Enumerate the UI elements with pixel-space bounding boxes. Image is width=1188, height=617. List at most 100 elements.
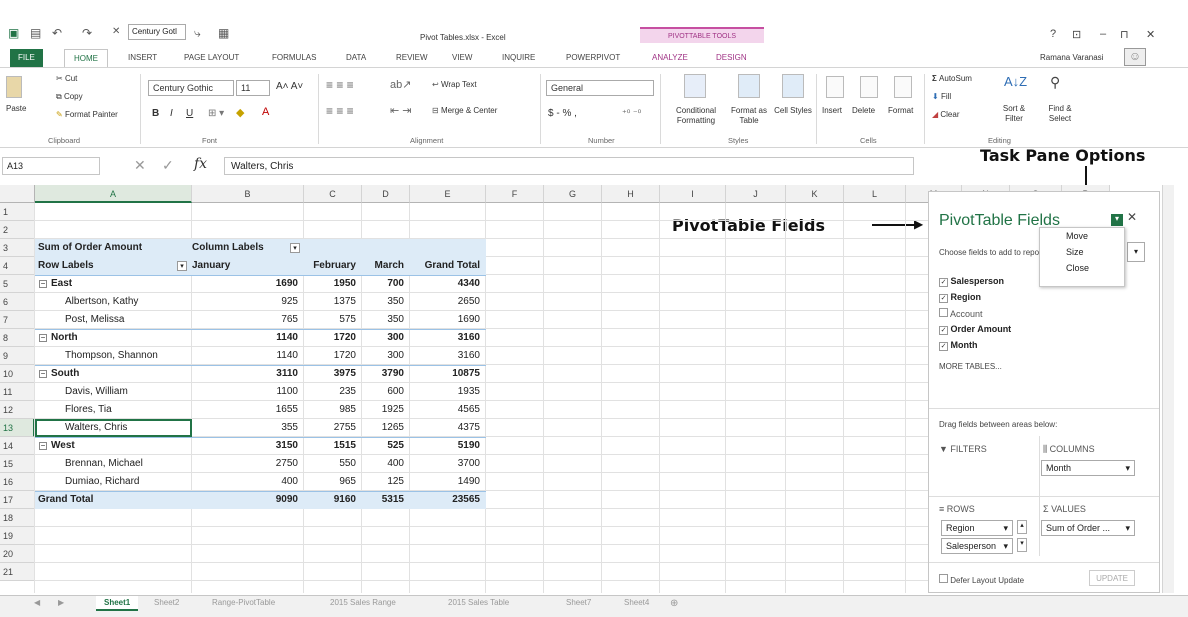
ribbon-display-icon[interactable]: ⊡ [1072,28,1081,41]
row-header[interactable]: 7 [0,311,35,329]
move-up-icon[interactable]: ▴ [1017,520,1027,534]
grand-total-row[interactable]: Grand Total [35,491,192,509]
field-account[interactable]: Account [939,308,983,319]
value-cell[interactable]: 4340 [410,275,486,293]
wrap-text-button[interactable]: ↩ Wrap Text [432,80,477,89]
sheet-tab[interactable]: Sheet2 [154,598,179,607]
column-header[interactable]: C [304,185,362,203]
font-name-select[interactable]: Century Gothic [148,80,234,96]
pivot-group-row[interactable]: South [35,365,192,383]
font-size-select[interactable]: 11 [236,80,270,96]
value-cell[interactable]: 3160 [410,347,486,365]
column-header[interactable]: H [602,185,660,203]
sort-filter-button[interactable]: Sort & Filter [994,104,1034,124]
close-x-icon[interactable]: ✕ [112,26,120,40]
delete-button[interactable]: Delete [852,106,875,115]
value-cell[interactable]: 925 [192,293,304,311]
format-button[interactable]: Format [888,106,913,115]
value-cell[interactable]: 400 [362,455,410,473]
worksheet-grid[interactable]: ABCDEFGHIJKLMNOP 12345678910111213141516… [0,185,1110,593]
checkbox[interactable] [939,308,948,317]
value-cell[interactable]: 1935 [410,383,486,401]
pivot-header-cell[interactable] [304,239,362,257]
tab-inquire[interactable]: INQUIRE [502,49,535,67]
checkbox[interactable]: ✓ [939,342,948,351]
pivot-header-cell[interactable]: January [192,257,304,275]
value-cell[interactable]: 1265 [362,419,410,437]
collapse-icon[interactable]: − [39,334,47,342]
minimize-button[interactable]: – [1100,28,1106,40]
value-cell[interactable]: 1950 [304,275,362,293]
conditional-formatting-button[interactable]: Conditional Formatting [664,106,728,126]
value-cell[interactable]: 2755 [304,419,362,437]
tab-insert[interactable]: INSERT [128,49,157,67]
row-header[interactable]: 20 [0,545,35,563]
select-all-corner[interactable] [0,185,35,203]
autosum-button[interactable]: Σ AutoSum [932,74,972,83]
merge-center-button[interactable]: ⊟ Merge & Center [432,106,497,115]
column-header[interactable]: A [35,185,192,203]
scroll-left-icon[interactable]: ◀ [34,598,40,607]
cell-styles-button[interactable]: Cell Styles [774,106,812,116]
avatar[interactable]: ☺ [1124,48,1146,66]
insert-function-icon[interactable]: fx [194,156,207,172]
pivot-header-cell[interactable]: Grand Total [410,257,486,275]
value-cell[interactable]: 1690 [192,275,304,293]
number-format-select[interactable]: General [546,80,654,96]
value-cell[interactable]: 3150 [192,437,304,455]
row-header[interactable]: 13 [0,419,35,437]
defer-layout-checkbox[interactable]: Defer Layout Update [939,574,1024,585]
checkbox[interactable]: ✓ [939,294,948,303]
borders-icon[interactable]: ⊞ ▾ [208,108,224,119]
paste-icon[interactable] [6,76,22,98]
fill-color-icon[interactable]: ◆ [236,106,244,119]
pivot-header-cell[interactable]: February [304,257,362,275]
value-cell[interactable]: 550 [304,455,362,473]
value-cell[interactable]: 400 [192,473,304,491]
row-header[interactable]: 6 [0,293,35,311]
tab-home[interactable]: HOME [64,49,108,67]
row-header[interactable]: 1 [0,203,35,221]
value-cell[interactable]: 350 [362,293,410,311]
column-header[interactable]: E [410,185,486,203]
user-name[interactable]: Ramana Varanasi [1040,53,1103,62]
pivot-header-cell[interactable]: Sum of Order Amount [35,239,192,257]
vertical-scrollbar[interactable] [1162,185,1174,593]
menu-item-close[interactable]: Close [1040,260,1124,276]
value-cell[interactable]: 300 [362,347,410,365]
pivot-group-row[interactable]: North [35,329,192,347]
format-painter-button[interactable]: ✎ Format Painter [56,110,118,119]
sheet-tab[interactable]: Sheet4 [624,598,649,607]
cut-button[interactable]: ✂ Cut [56,74,77,83]
value-cell[interactable]: 1655 [192,401,304,419]
maximize-button[interactable]: ⊓ [1120,28,1129,41]
value-cell[interactable]: 3700 [410,455,486,473]
grow-font-icon[interactable]: A˄ A˅ [276,81,303,92]
value-cell[interactable]: 235 [304,383,362,401]
field-month[interactable]: ✓ Month [939,340,978,351]
row-header[interactable]: 16 [0,473,35,491]
value-cell[interactable]: 765 [192,311,304,329]
scroll-right-icon[interactable]: ▶ [58,598,64,607]
align-left-icon[interactable]: ≡ ≡ ≡ [326,104,354,118]
rows-item-salesperson[interactable]: Salesperson ▾ [941,538,1013,554]
row-header[interactable]: 12 [0,401,35,419]
collapse-icon[interactable]: − [39,442,47,450]
value-cell[interactable]: 1140 [192,329,304,347]
columns-item-month[interactable]: Month ▾ [1041,460,1135,476]
sheet-tab[interactable]: 2015 Sales Table [448,598,509,607]
row-header[interactable]: 18 [0,509,35,527]
sheet-tab[interactable]: 2015 Sales Range [330,598,396,607]
row-header[interactable]: 21 [0,563,35,581]
value-cell[interactable]: 1490 [410,473,486,491]
insert-button[interactable]: Insert [822,106,842,115]
redo-icon[interactable]: ↷ [82,26,92,40]
column-header[interactable]: G [544,185,602,203]
value-cell[interactable]: 3790 [362,365,410,383]
tab-analyze[interactable]: ANALYZE [652,49,688,67]
currency-button[interactable]: $ - % , [548,108,577,119]
value-cell[interactable]: 2650 [410,293,486,311]
save-icon[interactable]: ▤ [30,26,41,40]
indent-icon[interactable]: ⇤ ⇥ [390,104,412,117]
checkbox[interactable]: ✓ [939,326,948,335]
